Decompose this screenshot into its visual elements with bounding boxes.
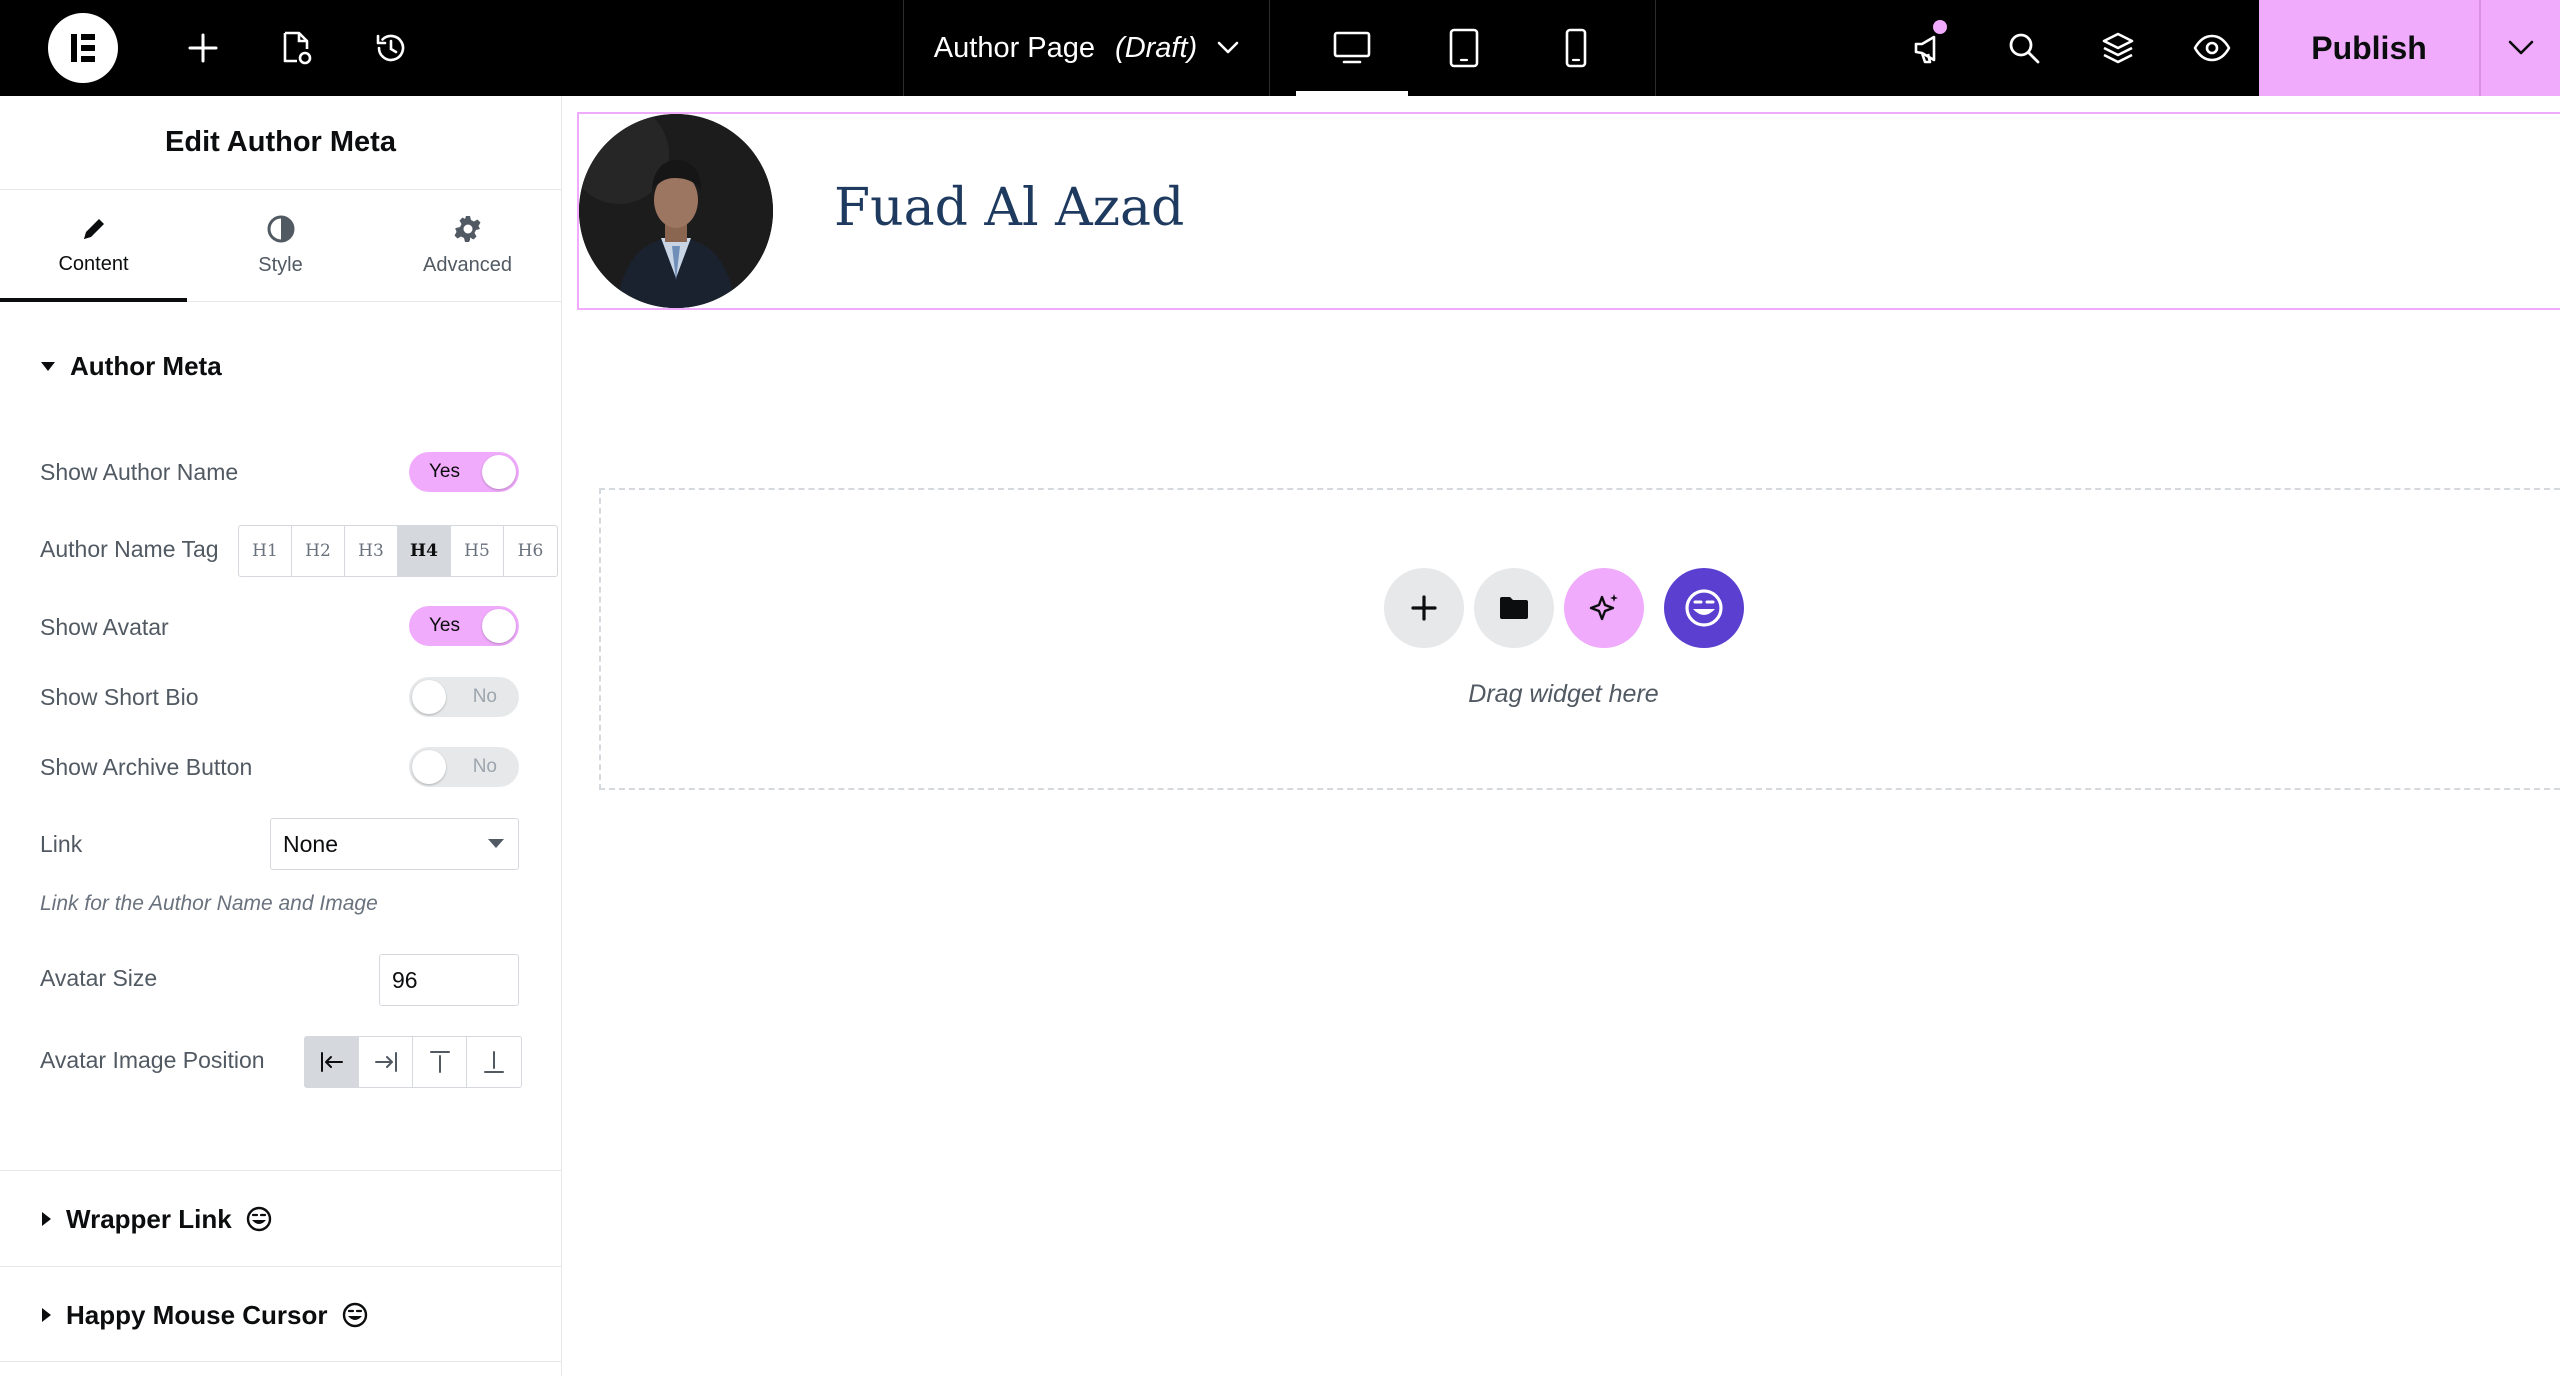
author-name-tag-label: Author Name Tag	[40, 536, 219, 562]
tab-advanced[interactable]: Advanced	[374, 190, 561, 301]
link-hint: Link for the Author Name and Image	[40, 892, 378, 915]
chevron-down-icon	[1217, 41, 1239, 54]
add-element-icon[interactable]	[156, 0, 250, 96]
avatar-size-label: Avatar Size	[40, 965, 158, 991]
switch-state: No	[472, 756, 497, 777]
editor-panel: Edit Author Meta Content Style Advanced …	[0, 96, 562, 1376]
section-happy-mouse-cursor: Happy Mouse Cursor	[0, 1266, 562, 1362]
show-short-bio-switch[interactable]: No	[409, 677, 519, 717]
tag-h4-button[interactable]: H4	[398, 526, 451, 576]
responsive-mode-switcher	[1270, 0, 1656, 96]
drop-zone-hint: Drag widget here	[1468, 680, 1659, 708]
plus-icon	[1410, 595, 1437, 621]
pencil-icon	[83, 219, 104, 239]
show-avatar-switch[interactable]: Yes	[409, 606, 519, 646]
avatar-size-input[interactable]	[379, 954, 519, 1006]
top-bar-left-group	[0, 0, 903, 96]
tag-h1-button[interactable]: H1	[239, 526, 292, 576]
align-top-icon[interactable]	[413, 1037, 467, 1087]
tab-label: Content	[58, 253, 129, 275]
author-name-heading: Fuad Al Azad	[834, 178, 1185, 238]
show-avatar-label: Show Avatar	[40, 614, 169, 640]
show-author-name-label: Show Author Name	[40, 459, 239, 485]
document-title: Author Page	[933, 31, 1096, 64]
tag-h3-button[interactable]: H3	[345, 526, 398, 576]
tab-content[interactable]: Content	[0, 190, 187, 302]
align-left-icon[interactable]	[305, 1037, 359, 1087]
section-author-meta-toggle[interactable]: Author Meta	[0, 326, 561, 406]
publish-button[interactable]: Publish	[2259, 0, 2479, 96]
switch-state: Yes	[429, 461, 460, 482]
tag-h6-button[interactable]: H6	[504, 526, 557, 576]
elementor-logo-icon[interactable]	[48, 13, 118, 83]
desktop-icon[interactable]	[1296, 0, 1408, 96]
show-author-name-switch[interactable]: Yes	[409, 452, 519, 492]
author-avatar	[579, 114, 773, 308]
chevron-down-icon	[2508, 40, 2533, 55]
show-archive-button-label: Show Archive Button	[40, 754, 253, 780]
gear-icon	[454, 216, 480, 242]
preview-eye-icon[interactable]	[2165, 0, 2259, 96]
caret-down-icon	[488, 839, 504, 848]
search-icon[interactable]	[1977, 0, 2071, 96]
caret-down-icon	[41, 362, 55, 371]
ai-sparkle-icon	[1589, 594, 1618, 621]
link-select[interactable]: None	[270, 818, 519, 870]
preview-canvas: Fuad Al Azad Drag widget here	[563, 96, 2560, 1376]
section-wrapper-link: Wrapper Link	[0, 1170, 562, 1266]
section-title: Happy Mouse Cursor	[66, 1299, 328, 1330]
notification-badge	[1933, 20, 1947, 34]
ai-generate-button[interactable]	[1563, 568, 1644, 648]
section-happy-mouse-cursor-toggle[interactable]: Happy Mouse Cursor	[0, 1267, 562, 1363]
tag-h5-button[interactable]: H5	[451, 526, 504, 576]
panel-title: Edit Author Meta	[0, 96, 561, 190]
caret-right-icon	[42, 1212, 51, 1226]
section-title: Wrapper Link	[66, 1203, 232, 1234]
show-short-bio-label: Show Short Bio	[40, 684, 199, 710]
switch-state: Yes	[429, 615, 460, 636]
tab-style[interactable]: Style	[187, 190, 374, 301]
empty-section-drop-zone[interactable]: Drag widget here	[599, 488, 2560, 790]
happy-addons-icon	[246, 1206, 271, 1232]
editor-top-bar: Author Page (Draft) Publish	[0, 0, 2560, 96]
add-template-button[interactable]	[1473, 568, 1554, 648]
tablet-icon[interactable]	[1408, 0, 1520, 96]
structure-layers-icon[interactable]	[2071, 0, 2165, 96]
section-title: Author Meta	[70, 350, 222, 381]
happy-addons-icon	[342, 1302, 367, 1328]
notifications-icon[interactable]	[1883, 0, 1977, 96]
add-section-button[interactable]	[1383, 568, 1464, 648]
tab-label: Style	[258, 254, 303, 276]
publish-options-button[interactable]	[2479, 0, 2560, 96]
show-archive-button-switch[interactable]: No	[409, 747, 519, 787]
panel-tabs: Content Style Advanced	[0, 190, 561, 302]
author-name-tag-choices: H1 H2 H3 H4 H5 H6	[238, 525, 558, 577]
page-settings-icon[interactable]	[250, 0, 344, 96]
author-meta-widget[interactable]: Fuad Al Azad	[577, 112, 2560, 310]
document-title-dropdown[interactable]: Author Page (Draft)	[903, 0, 1270, 96]
avatar-image-position-choices	[304, 1036, 522, 1088]
align-right-icon[interactable]	[359, 1037, 413, 1087]
tab-label: Advanced	[423, 254, 512, 276]
happy-addons-templates-button[interactable]	[1663, 568, 1744, 648]
caret-right-icon	[42, 1308, 51, 1322]
avatar-image-position-label: Avatar Image Position	[40, 1047, 265, 1073]
drop-zone-actions	[601, 568, 2560, 648]
align-bottom-icon[interactable]	[467, 1037, 521, 1087]
link-select-value: None	[283, 830, 338, 857]
document-status: (Draft)	[1115, 31, 1198, 64]
tag-h2-button[interactable]: H2	[292, 526, 345, 576]
folder-icon	[1499, 597, 1528, 619]
mobile-icon[interactable]	[1520, 0, 1632, 96]
link-label: Link	[40, 831, 83, 857]
history-icon[interactable]	[344, 0, 438, 96]
half-circle-contrast-icon	[267, 215, 294, 243]
top-bar-right-group: Publish	[1883, 0, 2560, 96]
happy-addons-icon	[1684, 589, 1723, 627]
switch-state: No	[472, 686, 497, 707]
section-wrapper-link-toggle[interactable]: Wrapper Link	[0, 1171, 562, 1267]
